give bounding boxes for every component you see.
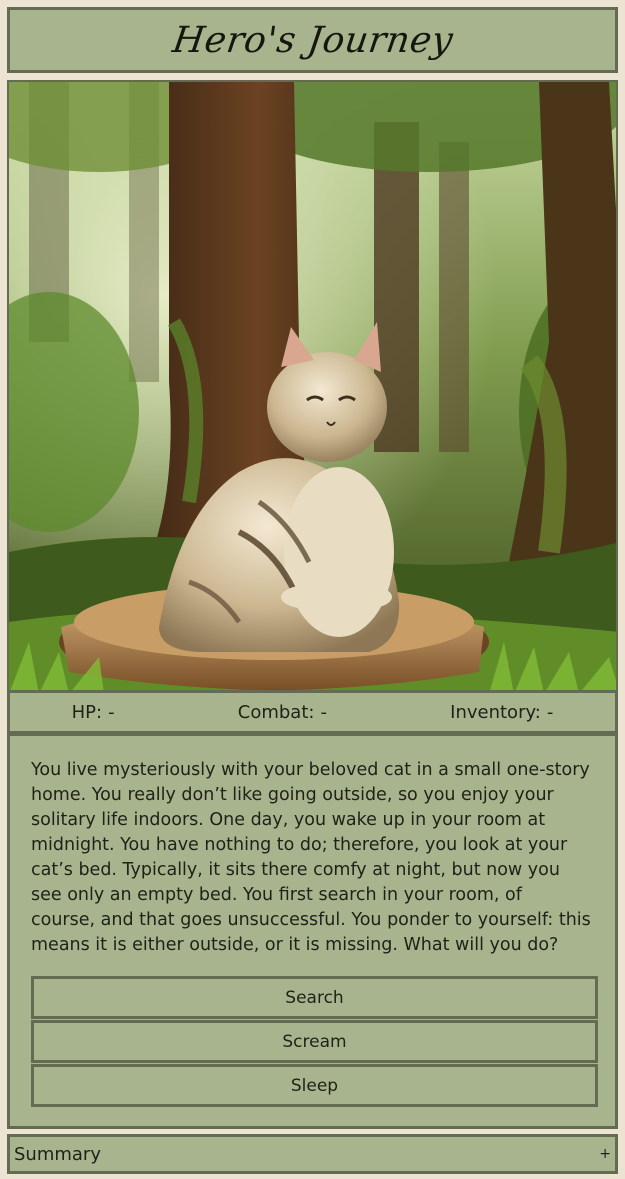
scene-image (7, 80, 618, 692)
title-bar: Hero's Journey (7, 7, 618, 73)
combat-label: Combat: (237, 701, 315, 723)
expand-icon[interactable]: + (599, 1146, 611, 1162)
choice-search-button[interactable]: Search (31, 976, 598, 1019)
choice-sleep-button[interactable]: Sleep (31, 1064, 598, 1107)
summary-label: Summary (14, 1143, 101, 1165)
stats-bar: HP: - Combat: - Inventory: - (7, 690, 618, 734)
combat-value: - (320, 701, 327, 723)
hp-label: HP: (71, 701, 103, 723)
inventory-value: - (546, 701, 554, 723)
summary-bar[interactable]: Summary + (7, 1134, 618, 1174)
inventory-stat: Inventory: - (450, 702, 553, 723)
hp-stat: HP: - (72, 702, 115, 723)
choice-scream-button[interactable]: Scream (31, 1020, 598, 1063)
cat-in-forest-illustration (9, 82, 616, 692)
story-text: You live mysteriously with your beloved … (31, 760, 591, 955)
page-title: Hero's Journey (169, 19, 456, 61)
inventory-label: Inventory: (450, 701, 541, 723)
story-panel: You live mysteriously with your beloved … (7, 733, 618, 1129)
hp-value: - (108, 701, 115, 723)
combat-stat: Combat: - (238, 702, 327, 723)
